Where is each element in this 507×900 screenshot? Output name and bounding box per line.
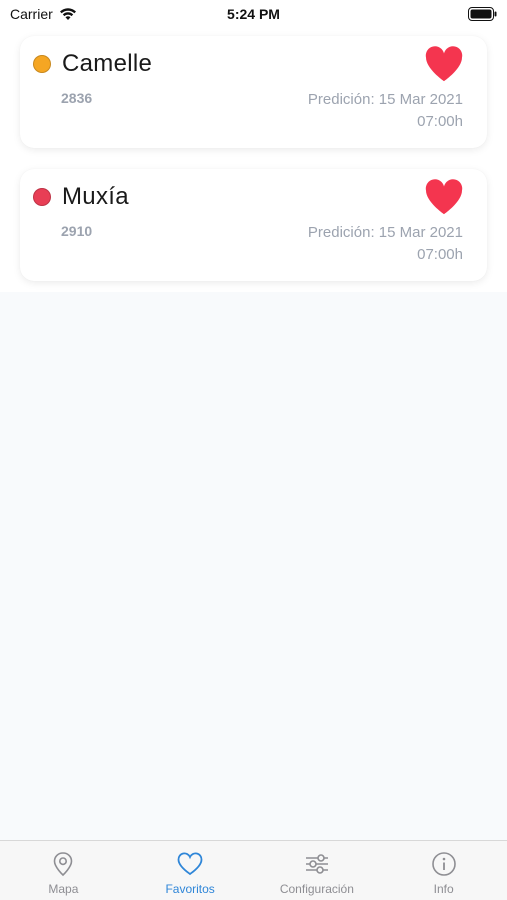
sliders-icon (305, 854, 328, 874)
heart-filled-icon[interactable] (424, 179, 464, 215)
beach-code: 2836 (61, 90, 93, 106)
heart-filled-icon[interactable] (424, 46, 464, 82)
tab-favoritos[interactable]: Favoritos (127, 841, 254, 900)
prediction-hour: 07:00h (417, 113, 463, 130)
map-pin-icon (54, 852, 73, 877)
battery-icon (468, 7, 497, 21)
prediction-date: Predición: 15 Mar 2021 (307, 91, 463, 108)
status-bar: Carrier 5:24 PM (0, 0, 507, 30)
beach-name: Muxía (62, 183, 129, 210)
prediction-date: Predición: 15 Mar 2021 (307, 224, 463, 241)
prediction-info: Predición: 15 Mar 2021 07:00h (308, 89, 463, 133)
prediction-hour: 07:00h (417, 246, 463, 263)
tab-info[interactable]: Info (380, 841, 507, 900)
beach-code: 2910 (61, 223, 93, 239)
heart-outline-icon (177, 852, 203, 876)
beach-name: Camelle (62, 50, 153, 77)
status-time: 5:24 PM (227, 6, 280, 22)
tab-label: Info (433, 882, 454, 896)
status-dot (33, 55, 51, 73)
favorites-screen: Carrier 5:24 PM Camelle 2836 Predición: … (0, 0, 507, 900)
favorite-card[interactable]: Camelle 2836 Predición: 15 Mar 2021 07:0… (20, 36, 487, 148)
tab-label: Mapa (48, 882, 79, 896)
tab-mapa[interactable]: Mapa (0, 841, 127, 900)
info-icon (431, 852, 456, 876)
tab-label: Favoritos (165, 882, 215, 896)
tab-bar: Mapa Favoritos Configuración Info (0, 840, 507, 900)
tab-label: Configuración (279, 882, 354, 896)
status-dot (33, 188, 51, 206)
favorite-card[interactable]: Muxía 2910 Predición: 15 Mar 2021 07:00h (20, 169, 487, 281)
tab-configuracion[interactable]: Configuración (254, 841, 381, 900)
prediction-info: Predición: 15 Mar 2021 07:00h (308, 222, 463, 266)
